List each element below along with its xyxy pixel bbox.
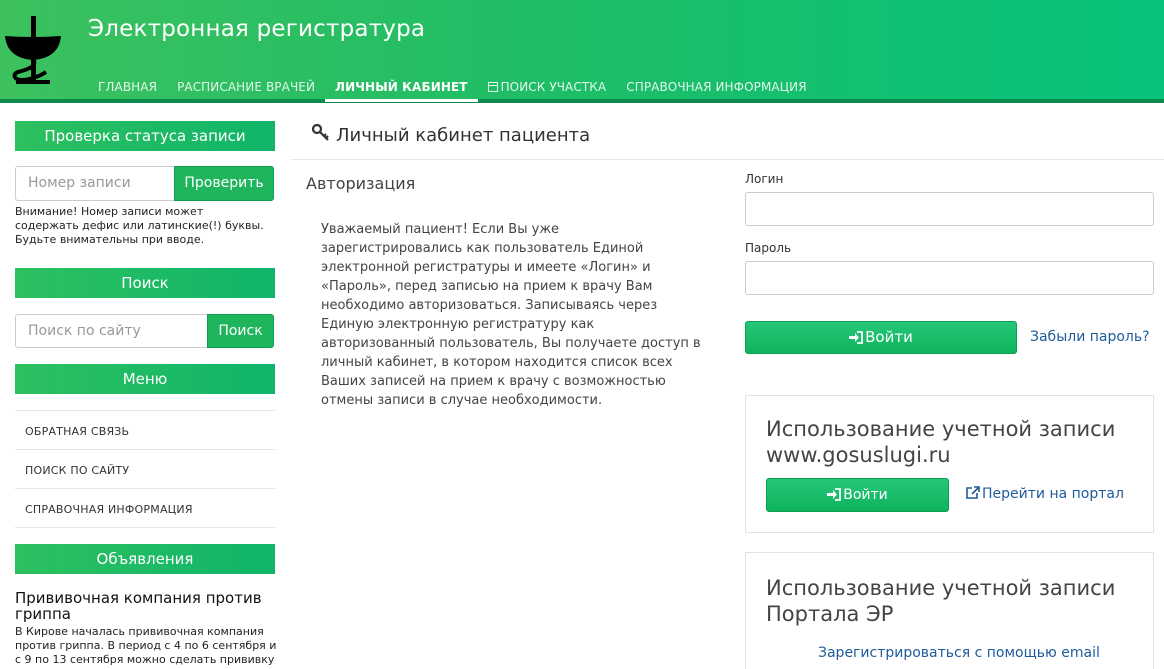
menu-divider: [15, 410, 275, 411]
news-title[interactable]: Прививочная компания против гриппа: [15, 590, 270, 622]
login-button-label: Войти: [865, 328, 913, 346]
medical-bowl-logo-icon[interactable]: [2, 14, 64, 86]
menu-item-site-search[interactable]: ПОИСК ПО САЙТУ: [25, 464, 129, 477]
portal-er-title: Использование учетной записи Портала ЭР: [766, 576, 1116, 626]
gosuslugi-title: Использование учетной записи www.gosuslu…: [766, 417, 1116, 467]
gosuslugi-login-button[interactable]: Войти: [766, 478, 949, 512]
nav-item-label: РАСПИСАНИЕ ВРАЧЕЙ: [177, 80, 316, 94]
site-search-input[interactable]: Поиск по сайту: [15, 314, 208, 348]
search-heading: Поиск: [15, 268, 275, 298]
nav-item-doctor-schedule[interactable]: РАСПИСАНИЕ ВРАЧЕЙ: [167, 78, 325, 99]
announcements-heading: Объявления: [15, 544, 275, 574]
nav-item-reference-info[interactable]: СПРАВОЧНАЯ ИНФОРМАЦИЯ: [616, 78, 816, 99]
gosuslugi-panel: Использование учетной записи www.gosuslu…: [745, 395, 1154, 533]
nav-item-label: ПОИСК УЧАСТКА: [500, 80, 607, 94]
login-button[interactable]: Войти: [745, 321, 1017, 354]
login-input[interactable]: [745, 192, 1154, 226]
go-to-portal-label: Перейти на портал: [982, 486, 1124, 502]
check-status-button[interactable]: Проверить: [174, 166, 274, 201]
record-number-note: Внимание! Номер записи может содержать д…: [15, 205, 264, 246]
menu-item-feedback[interactable]: ОБРАТНАЯ СВЯЗЬ: [25, 425, 129, 438]
site-search-button[interactable]: Поиск: [207, 314, 274, 348]
register-email-link[interactable]: Зарегистрироваться с помощью email: [818, 645, 1100, 661]
key-icon: [312, 124, 329, 141]
go-to-portal-link[interactable]: Перейти на портал: [966, 486, 1124, 502]
main-nav: ГЛАВНАЯ РАСПИСАНИЕ ВРАЧЕЙ ЛИЧНЫЙ КАБИНЕТ…: [88, 78, 817, 102]
nav-item-label: СПРАВОЧНАЯ ИНФОРМАЦИЯ: [626, 80, 807, 94]
menu-item-reference-info[interactable]: СПРАВОЧНАЯ ИНФОРМАЦИЯ: [25, 503, 193, 516]
nav-item-personal-account[interactable]: ЛИЧНЫЙ КАБИНЕТ: [325, 78, 478, 102]
site-title[interactable]: Электронная регистратура: [88, 16, 425, 42]
nav-item-label: ЛИЧНЫЙ КАБИНЕТ: [335, 80, 468, 94]
page-title-text: Личный кабинет пациента: [336, 125, 591, 146]
menu-divider: [15, 449, 275, 450]
external-link-icon: [966, 486, 980, 499]
title-divider: [291, 159, 1164, 160]
nav-item-home[interactable]: ГЛАВНАЯ: [88, 78, 167, 99]
menu-divider: [15, 488, 275, 489]
portal-er-panel: Использование учетной записи Портала ЭР …: [745, 552, 1154, 669]
sign-in-icon: [827, 488, 842, 501]
password-input[interactable]: [745, 261, 1154, 295]
auth-description: Уважаемый пациент! Если Вы уже зарегистр…: [321, 222, 701, 408]
menu-heading: Меню: [15, 364, 275, 394]
gosuslugi-login-label: Войти: [843, 487, 888, 503]
login-label: Логин: [745, 172, 784, 186]
forgot-password-link[interactable]: Забыли пароль?: [1030, 329, 1150, 345]
nav-item-find-district[interactable]: ПОИСК УЧАСТКА: [478, 78, 617, 99]
news-text: В Кирове началась прививочная компания п…: [15, 625, 277, 669]
menu-divider: [15, 527, 275, 528]
status-check-heading: Проверка статуса записи: [15, 121, 275, 151]
calendar-icon: [487, 82, 498, 92]
site-header: Электронная регистратура ГЛАВНАЯ РАСПИСА…: [0, 0, 1164, 103]
sign-in-icon: [849, 331, 864, 344]
page-title: Личный кабинет пациента: [312, 124, 590, 146]
auth-heading: Авторизация: [306, 174, 416, 193]
record-number-input[interactable]: Номер записи: [15, 166, 175, 201]
nav-item-label: ГЛАВНАЯ: [98, 80, 158, 94]
password-label: Пароль: [745, 241, 792, 255]
